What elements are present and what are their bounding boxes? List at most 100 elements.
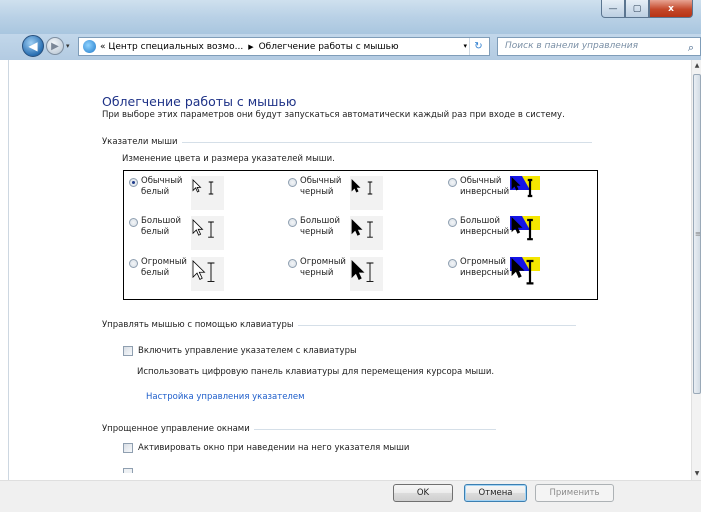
scheme-label-line2: белый <box>141 187 170 197</box>
scheme-label-line1: Большой <box>141 216 181 226</box>
refresh-icon[interactable]: ↻ <box>469 38 487 55</box>
scheme-label-line1: Обычный <box>300 176 342 186</box>
address-dropdown-icon[interactable]: ▾ <box>463 42 467 50</box>
close-button[interactable]: x <box>649 0 693 18</box>
minimize-button[interactable]: — <box>601 0 625 18</box>
scheme-label-line1: Обычный <box>460 176 502 186</box>
setup-mouse-keys-link[interactable]: Настройка управления указателем <box>146 392 305 402</box>
control-panel-icon <box>83 40 96 53</box>
pointer-preview-icon <box>350 257 383 291</box>
window-controls: — ▢ x <box>601 0 693 20</box>
scheme-label-line2: инверсный <box>460 268 510 278</box>
vertical-scrollbar[interactable]: ▲ ≡ ▼ <box>691 60 701 480</box>
scroll-down-arrow-icon[interactable]: ▼ <box>692 468 701 480</box>
scroll-up-arrow-icon[interactable]: ▲ <box>692 60 701 72</box>
scheme-label-line2: белый <box>141 268 170 278</box>
scheme-label-line1: Огромный <box>300 257 346 267</box>
scheme-label-line1: Огромный <box>141 257 187 267</box>
scheme-label-line2: инверсный <box>460 187 510 197</box>
scheme-label[interactable]: Обычный белый <box>141 176 191 198</box>
scheme-radio[interactable] <box>129 259 138 268</box>
navigation-bar: ◀ ▶ ▾ « Центр специальных возмо... ▶ Обл… <box>0 34 701 60</box>
scroll-thumb[interactable]: ≡ <box>693 74 701 394</box>
pointers-description: Изменение цвета и размера указателей мыш… <box>122 154 335 164</box>
search-icon[interactable]: ⌕ <box>688 39 694 56</box>
pointer-preview-icon <box>191 257 224 291</box>
search-placeholder: Поиск в панели управления <box>505 41 638 51</box>
pointer-preview-icon <box>191 216 224 250</box>
scheme-label-line2: инверсный <box>460 227 510 237</box>
scheme-label[interactable]: Огромный белый <box>141 257 191 279</box>
scheme-label-line2: черный <box>300 268 334 278</box>
section-divider <box>181 141 592 143</box>
scheme-radio[interactable] <box>288 259 297 268</box>
section-divider <box>297 324 576 326</box>
pointer-scheme-huge-black[interactable]: Огромный черный <box>288 257 383 291</box>
scheme-radio[interactable] <box>129 178 138 187</box>
section-title: Указатели мыши <box>102 137 178 147</box>
scheme-radio[interactable] <box>448 218 457 227</box>
scheme-label-line2: черный <box>300 187 334 197</box>
scheme-label[interactable]: Огромный инверсный <box>460 257 510 279</box>
scheme-label[interactable]: Большой инверсный <box>460 216 510 238</box>
recent-pages-dropdown-icon[interactable]: ▾ <box>66 42 70 50</box>
apply-button[interactable]: Применить <box>535 484 614 502</box>
scheme-label[interactable]: Обычный черный <box>300 176 350 198</box>
back-button[interactable]: ◀ <box>22 35 44 57</box>
pointer-scheme-normal-invert[interactable]: Обычный инверсный <box>448 176 543 210</box>
clipped-checkbox[interactable] <box>123 468 133 473</box>
scheme-label-line1: Большой <box>300 216 340 226</box>
pointer-preview-icon <box>510 257 543 291</box>
pointer-scheme-large-white[interactable]: Большой белый <box>129 216 224 250</box>
pointer-preview-icon <box>350 216 383 250</box>
mouse-keys-checkbox-label[interactable]: Включить управление указателем с клавиат… <box>138 346 357 356</box>
scheme-label[interactable]: Большой черный <box>300 216 350 238</box>
pointer-scheme-large-black[interactable]: Большой черный <box>288 216 383 250</box>
address-bar[interactable]: « Центр специальных возмо... ▶ Облегчени… <box>78 37 490 56</box>
breadcrumb-item-ease-of-access[interactable]: Центр специальных возмо... <box>108 42 243 52</box>
scheme-label[interactable]: Обычный инверсный <box>460 176 510 198</box>
scheme-radio[interactable] <box>288 178 297 187</box>
mouse-keys-checkbox[interactable] <box>123 346 133 356</box>
section-window-management: Упрощенное управление окнами <box>102 424 496 434</box>
window-titlebar: — ▢ x <box>0 0 701 34</box>
page-subtitle: При выборе этих параметров они будут зап… <box>102 110 565 120</box>
cancel-button[interactable]: Отмена <box>464 484 527 502</box>
pointer-scheme-normal-white[interactable]: Обычный белый <box>129 176 224 210</box>
scheme-label[interactable]: Большой белый <box>141 216 191 238</box>
breadcrumb-separator-icon[interactable]: ▶ <box>248 43 253 51</box>
scheme-label-line1: Обычный <box>141 176 183 186</box>
pointer-scheme-normal-black[interactable]: Обычный черный <box>288 176 383 210</box>
activate-window-checkbox-row[interactable]: Активировать окно при наведении на него … <box>123 443 409 453</box>
activate-window-checkbox[interactable] <box>123 443 133 453</box>
command-bar: OK Отмена Применить <box>0 480 701 512</box>
scheme-label[interactable]: Огромный черный <box>300 257 350 279</box>
pointer-scheme-huge-invert[interactable]: Огромный инверсный <box>448 257 543 291</box>
scheme-label-line2: белый <box>141 227 170 237</box>
activate-window-checkbox-label[interactable]: Активировать окно при наведении на него … <box>138 443 409 453</box>
scheme-label-line1: Большой <box>460 216 500 226</box>
pointer-scheme-huge-white[interactable]: Огромный белый <box>129 257 224 291</box>
breadcrumb-item-mouse[interactable]: Облегчение работы с мышью <box>259 42 399 52</box>
scheme-label-line2: черный <box>300 227 334 237</box>
section-mouse-keys: Управлять мышью с помощью клавиатуры <box>102 320 576 330</box>
mouse-keys-description: Использовать цифровую панель клавиатуры … <box>137 367 495 377</box>
scheme-radio[interactable] <box>448 178 457 187</box>
maximize-button[interactable]: ▢ <box>625 0 649 18</box>
pointer-scheme-large-invert[interactable]: Большой инверсный <box>448 216 543 250</box>
scheme-label-line1: Огромный <box>460 257 506 267</box>
section-title: Управлять мышью с помощью клавиатуры <box>102 320 294 330</box>
pointer-preview-icon <box>510 176 543 210</box>
ok-button[interactable]: OK <box>393 484 453 502</box>
section-mouse-pointers: Указатели мыши <box>102 137 592 147</box>
pointer-preview-icon <box>191 176 224 210</box>
section-title: Упрощенное управление окнами <box>102 424 250 434</box>
pointer-preview-icon <box>510 216 543 250</box>
search-input[interactable]: Поиск в панели управления ⌕ <box>497 37 701 56</box>
scheme-radio[interactable] <box>129 218 138 227</box>
scheme-radio[interactable] <box>288 218 297 227</box>
mouse-keys-checkbox-row[interactable]: Включить управление указателем с клавиат… <box>123 346 357 356</box>
forward-button[interactable]: ▶ <box>46 37 64 55</box>
scheme-radio[interactable] <box>448 259 457 268</box>
breadcrumb-prefix[interactable]: « <box>100 42 106 52</box>
